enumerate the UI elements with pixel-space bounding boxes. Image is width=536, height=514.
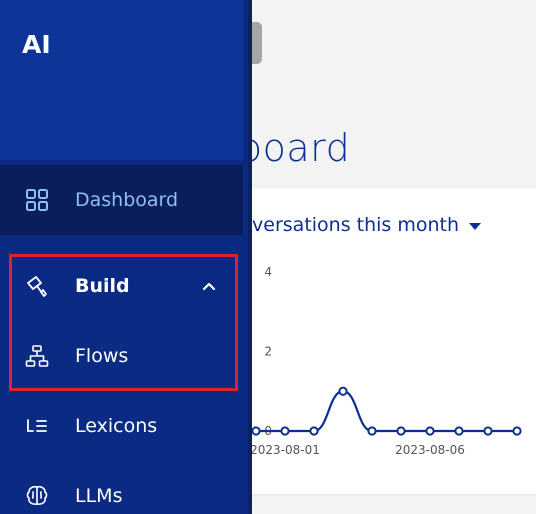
text-list-icon [27, 419, 47, 432]
x-tick-label: 2023-08-06 [395, 443, 465, 457]
data-point[interactable] [280, 426, 290, 436]
brain-icon [26, 485, 48, 505]
sidebar-item-label: Dashboard [75, 189, 179, 211]
logo[interactable]: AI [22, 30, 51, 59]
sidebar-item-label: LLMs [75, 485, 123, 507]
data-point[interactable] [309, 426, 319, 436]
grid-icon [26, 189, 48, 211]
sidebar: AI Dashboard Build Flows Lexicons LLMs [0, 0, 252, 514]
data-point[interactable] [251, 426, 261, 436]
data-point[interactable] [512, 426, 522, 436]
paint-roller-icon [27, 276, 47, 297]
y-tick-label: 4 [264, 265, 272, 279]
sidebar-item-build[interactable]: Build [0, 251, 243, 321]
x-tick-label: 2023-08-01 [250, 443, 320, 457]
sidebar-item-llms[interactable]: LLMs [0, 461, 243, 514]
sidebar-item-flows[interactable]: Flows [0, 321, 243, 391]
sidebar-item-label: Flows [75, 345, 129, 367]
data-point[interactable] [338, 386, 348, 396]
sidebar-edge [248, 0, 252, 514]
sidebar-item-lexicons[interactable]: Lexicons [0, 391, 243, 461]
sidebar-item-label: Build [75, 275, 130, 297]
sidebar-item-label: Lexicons [75, 415, 158, 437]
sidebar-item-dashboard[interactable]: Dashboard [0, 165, 243, 235]
data-point[interactable] [425, 426, 435, 436]
data-point[interactable] [396, 426, 406, 436]
chevron-up-icon[interactable] [201, 278, 217, 294]
sidebar-header: AI [0, 0, 243, 160]
data-point[interactable] [367, 426, 377, 436]
y-tick-label: 2 [264, 345, 272, 359]
data-point[interactable] [454, 426, 464, 436]
flow-diagram-icon [25, 345, 49, 367]
series-line [256, 390, 517, 433]
data-point[interactable] [483, 426, 493, 436]
